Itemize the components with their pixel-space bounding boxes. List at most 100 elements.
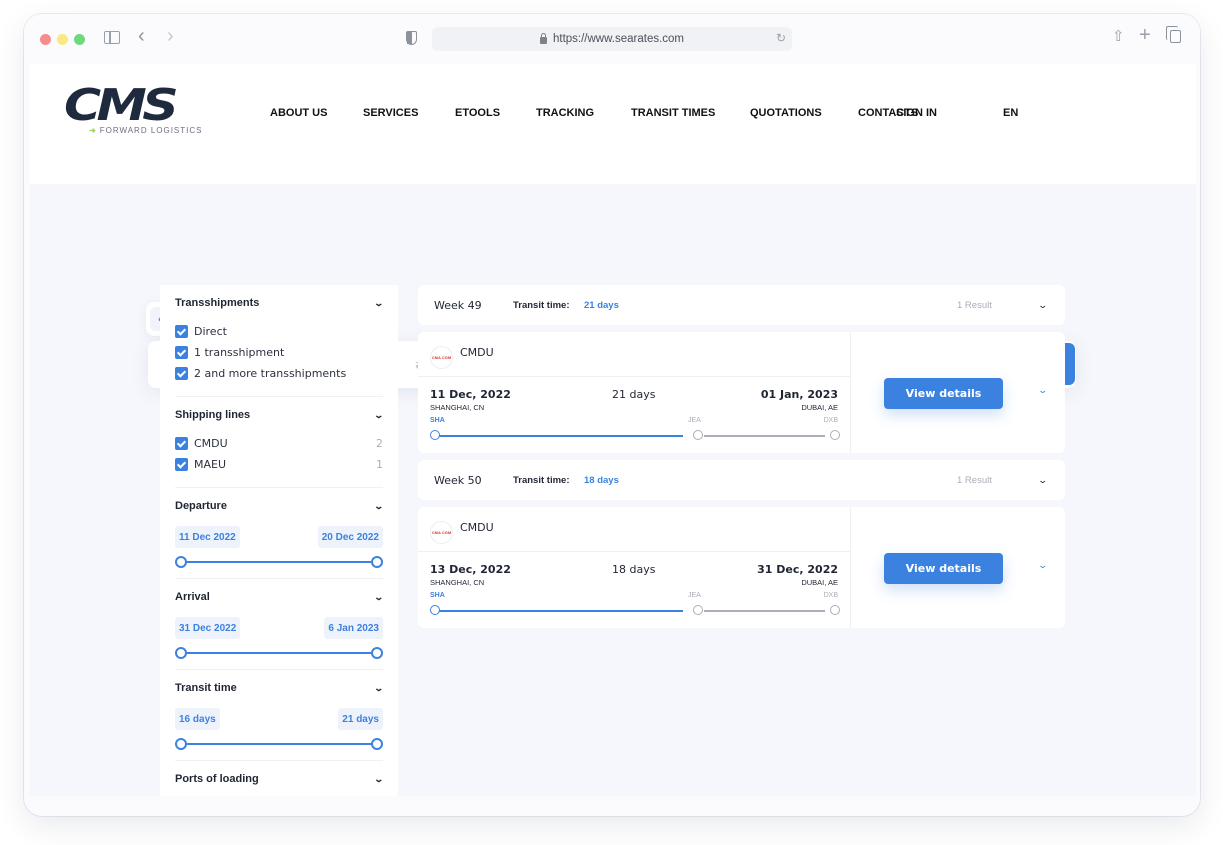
filter-arrival: Arrival ⌄ 31 Dec 2022 6 Jan 2023 xyxy=(175,579,385,670)
departure-range-slider[interactable] xyxy=(175,548,383,576)
checkbox-label: Direct xyxy=(194,325,227,338)
checkbox-1-transshipment[interactable]: 1 transshipment xyxy=(175,342,383,363)
result-count: 2 xyxy=(376,437,383,450)
checkbox-checked[interactable] xyxy=(175,458,188,471)
view-details-button[interactable]: View details xyxy=(884,553,1003,584)
filter-title-text: Departure xyxy=(175,500,227,512)
chevron-down-icon[interactable]: ⌄ xyxy=(374,298,385,309)
minimize-window-button[interactable] xyxy=(57,34,68,45)
address-bar[interactable]: https://www.searates.com ↻ xyxy=(432,27,792,51)
reload-icon[interactable]: ↻ xyxy=(776,31,786,45)
nav-services[interactable]: SERVICES xyxy=(363,107,418,119)
week-label: Week 49 xyxy=(434,298,482,312)
port-code-transshipment: JEA xyxy=(688,592,701,599)
tab-overview-icon[interactable] xyxy=(1166,26,1181,43)
arrival-range-slider[interactable] xyxy=(175,639,383,667)
arrival-city: DUBAI, AE xyxy=(801,578,838,587)
transit-time-label: Transit time: xyxy=(513,299,570,311)
nav-tracking[interactable]: TRACKING xyxy=(536,107,594,119)
checkbox-checked[interactable] xyxy=(175,325,188,338)
nav-quotations[interactable]: QUOTATIONS xyxy=(750,107,822,119)
view-details-button[interactable]: View details xyxy=(884,378,1003,409)
share-icon[interactable]: ⇧ xyxy=(1112,29,1125,45)
filter-title[interactable]: Transit time ⌄ xyxy=(175,670,385,706)
chevron-down-icon[interactable]: ⌄ xyxy=(1037,475,1048,486)
route-segment xyxy=(704,435,825,437)
close-window-button[interactable] xyxy=(40,34,51,45)
filters-panel: Transshipments ⌄ Direct 1 transshipment … xyxy=(160,285,398,796)
chevron-down-icon[interactable]: ⌄ xyxy=(374,501,385,512)
language-selector[interactable]: EN xyxy=(1003,107,1018,119)
chevron-down-icon[interactable]: ⌄ xyxy=(374,410,385,421)
range-labels: 16 days 21 days xyxy=(175,708,383,730)
checkbox-cmdu[interactable]: CMDU 2 xyxy=(175,433,383,454)
filter-title[interactable]: Transshipments ⌄ xyxy=(175,285,385,321)
transit-time-range-slider[interactable] xyxy=(175,730,383,758)
filter-title[interactable]: Shipping lines ⌄ xyxy=(175,397,385,433)
checkbox-checked[interactable] xyxy=(175,346,188,359)
slider-handle-min[interactable] xyxy=(175,647,187,659)
range-min: 11 Dec 2022 xyxy=(175,526,240,548)
slider-handle-min[interactable] xyxy=(175,556,187,568)
checkbox-direct[interactable]: Direct xyxy=(175,321,383,342)
divider xyxy=(418,376,851,377)
week-group-header[interactable]: Week 50 Transit time: 18 days 1 Result ⌄ xyxy=(418,460,1065,500)
nav-sign-in[interactable]: SIGN IN xyxy=(896,107,937,119)
privacy-shield-icon[interactable] xyxy=(406,31,417,45)
slider-handle-max[interactable] xyxy=(371,647,383,659)
result-count: 1 Result xyxy=(957,299,992,311)
chevron-down-icon[interactable]: ⌄ xyxy=(1037,560,1048,571)
checkbox-2-more-transshipments[interactable]: 2 and more transshipments xyxy=(175,363,383,384)
slider-handle-min[interactable] xyxy=(175,738,187,750)
arrival-date: 01 Jan, 2023 xyxy=(760,388,838,401)
route-timeline xyxy=(430,605,840,617)
chevron-down-icon[interactable]: ⌄ xyxy=(374,683,385,694)
logo-tagline-text: FORWARD LOGISTICS xyxy=(99,126,203,135)
result-count: 1 xyxy=(376,458,383,471)
sidebar-toggle-icon[interactable] xyxy=(104,31,120,44)
results-list: Week 49 Transit time: 21 days 1 Result ⌄… xyxy=(418,285,1065,635)
slider-handle-max[interactable] xyxy=(371,738,383,750)
transit-time-value: 21 days xyxy=(584,299,619,311)
filter-transshipments: Transshipments ⌄ Direct 1 transshipment … xyxy=(175,285,385,397)
route-card: CMA CGM CMDU 13 Dec, 2022 SHANGHAI, CN 1… xyxy=(418,507,1065,628)
filter-title-text: Ports of loading xyxy=(175,773,259,785)
slider-handle-max[interactable] xyxy=(371,556,383,568)
filter-shipping-lines: Shipping lines ⌄ CMDU 2 MAEU 1 xyxy=(175,397,385,488)
chevron-down-icon[interactable]: ⌄ xyxy=(374,592,385,603)
route-info: CMA CGM CMDU 11 Dec, 2022 SHANGHAI, CN 2… xyxy=(418,332,851,453)
port-code-destination: DXB xyxy=(823,417,838,424)
filter-title[interactable]: Ports of loading ⌄ xyxy=(175,761,385,796)
nav-transit-times[interactable]: TRANSIT TIMES xyxy=(631,107,715,119)
logo-mark: CMS xyxy=(64,80,179,131)
chevron-down-icon[interactable]: ⌄ xyxy=(374,774,385,785)
forward-arrow-icon[interactable]: › xyxy=(167,26,174,46)
browser-toolbar: ‹ › https://www.searates.com ↻ ⇧ + xyxy=(24,14,1200,64)
week-group-header[interactable]: Week 49 Transit time: 21 days 1 Result ⌄ xyxy=(418,285,1065,325)
route-stop-destination xyxy=(830,605,840,615)
checkbox-maeu[interactable]: MAEU 1 xyxy=(175,454,383,475)
checkbox-checked[interactable] xyxy=(175,367,188,380)
checkbox-checked[interactable] xyxy=(175,437,188,450)
route-info: CMA CGM CMDU 13 Dec, 2022 SHANGHAI, CN 1… xyxy=(418,507,851,628)
route-stop-transshipment xyxy=(693,605,703,615)
nav-etools[interactable]: ETOOLS xyxy=(455,107,500,119)
slider-track xyxy=(180,561,378,563)
chevron-down-icon[interactable]: ⌄ xyxy=(1037,300,1048,311)
company-logo[interactable]: CMS ➜ FORWARD LOGISTICS xyxy=(64,84,202,138)
port-code-origin: SHA xyxy=(430,417,445,424)
filter-title-text: Arrival xyxy=(175,591,210,603)
nav-about-us[interactable]: ABOUT US xyxy=(270,107,327,119)
range-max: 6 Jan 2023 xyxy=(324,617,383,639)
route-timeline xyxy=(430,430,840,442)
range-max: 21 days xyxy=(338,708,383,730)
back-arrow-icon[interactable]: ‹ xyxy=(138,26,145,46)
filter-title[interactable]: Arrival ⌄ xyxy=(175,579,385,615)
route-segment xyxy=(704,610,825,612)
maximize-window-button[interactable] xyxy=(74,34,85,45)
chevron-down-icon[interactable]: ⌄ xyxy=(1037,385,1048,396)
lock-icon xyxy=(539,32,547,44)
filter-departure: Departure ⌄ 11 Dec 2022 20 Dec 2022 xyxy=(175,488,385,579)
filter-title[interactable]: Departure ⌄ xyxy=(175,488,385,524)
new-tab-icon[interactable]: + xyxy=(1139,25,1151,45)
